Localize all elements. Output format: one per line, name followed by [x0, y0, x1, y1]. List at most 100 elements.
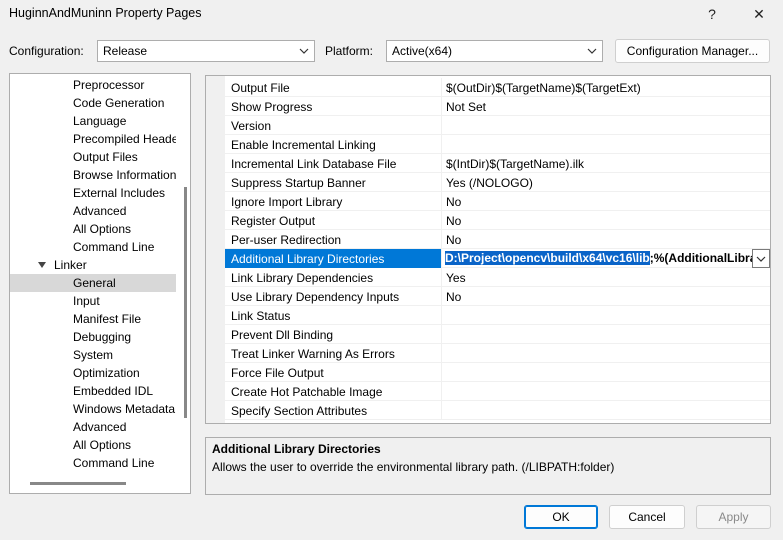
tree-item[interactable]: Embedded IDL: [10, 382, 176, 400]
property-value[interactable]: $(OutDir)$(TargetName)$(TargetExt): [446, 81, 641, 95]
tree-item-label: Input: [73, 294, 100, 308]
tree-item[interactable]: Command Line: [10, 238, 176, 256]
grid-row[interactable]: Version: [225, 116, 770, 135]
property-name: Per-user Redirection: [231, 233, 342, 247]
grid-row[interactable]: Register Output No: [225, 211, 770, 230]
help-button[interactable]: ?: [690, 0, 734, 28]
tree-item[interactable]: All Options: [10, 436, 176, 454]
tree-item-label: Optimization: [73, 366, 140, 380]
grid-row[interactable]: Specify Section Attributes: [225, 401, 770, 420]
property-tree[interactable]: Command Line All Options Advanced Windows M…: [9, 73, 191, 494]
property-value[interactable]: Yes (/NOLOGO): [446, 176, 533, 190]
grid-row[interactable]: Ignore Import Library No: [225, 192, 770, 211]
value-dropdown-button[interactable]: [752, 249, 770, 268]
column-divider: [441, 230, 442, 249]
property-value[interactable]: No: [446, 214, 461, 228]
tree-item-label: Precompiled Heade: [73, 132, 176, 146]
column-divider: [441, 211, 442, 230]
tree-item-label: Manifest File: [73, 312, 142, 326]
property-name: Version: [231, 119, 272, 133]
property-name: Register Output: [231, 214, 316, 228]
property-grid[interactable]: Output File $(OutDir)$(TargetName)$(Targe…: [205, 75, 771, 424]
tree-item[interactable]: Code Generation: [10, 94, 176, 112]
grid-row[interactable]: Additional Library Directories D:\Project…: [225, 249, 770, 268]
tree-item-label: External Includes: [73, 186, 166, 200]
tree-item[interactable]: External Includes: [10, 184, 176, 202]
tree-item[interactable]: Input: [10, 292, 176, 310]
column-divider: [441, 116, 442, 135]
tree-item-label: Language: [73, 114, 127, 128]
grid-row[interactable]: Prevent Dll Binding: [225, 325, 770, 344]
property-name: Output File: [231, 81, 290, 95]
grid-row[interactable]: Suppress Startup Banner Yes (/NOLOGO): [225, 173, 770, 192]
configuration-select[interactable]: Release: [97, 40, 315, 62]
selected-text: D:\Project\opencv\build\x64\vc16\lib: [445, 251, 650, 265]
tree-item[interactable]: Browse Information: [10, 166, 176, 184]
grid-row[interactable]: Link Status: [225, 306, 770, 325]
tree-item[interactable]: Command Line: [10, 454, 176, 472]
grid-row[interactable]: Use Library Dependency Inputs No: [225, 287, 770, 306]
tree-item-label: Windows Metadata: [73, 402, 176, 416]
tree-horizontal-scrollbar[interactable]: [30, 482, 126, 485]
tree-item[interactable]: Manifest File: [10, 310, 176, 328]
tree-item[interactable]: Advanced: [10, 202, 176, 220]
tree-item[interactable]: Language: [10, 112, 176, 130]
property-name: Link Library Dependencies: [231, 271, 374, 285]
configuration-label: Configuration:: [9, 44, 84, 58]
title-bar: HuginnAndMuninn Property Pages ? ✕: [0, 0, 783, 30]
property-name: Treat Linker Warning As Errors: [231, 347, 395, 361]
property-value[interactable]: Not Set: [446, 100, 486, 114]
property-value[interactable]: No: [446, 233, 461, 247]
grid-row[interactable]: Force File Output: [225, 363, 770, 382]
property-name: Show Progress: [231, 100, 313, 114]
tree-item-label: Preprocessor: [73, 78, 145, 92]
tree-item-label: All Options: [73, 222, 132, 236]
configuration-manager-button[interactable]: Configuration Manager...: [615, 39, 770, 63]
tree-item[interactable]: Debugging: [10, 328, 176, 346]
property-name: Enable Incremental Linking: [231, 138, 376, 152]
property-value[interactable]: No: [446, 290, 461, 304]
column-divider: [441, 344, 442, 363]
tree-item[interactable]: Precompiled Heade: [10, 130, 176, 148]
property-value[interactable]: $(IntDir)$(TargetName).ilk: [446, 157, 584, 171]
grid-row[interactable]: Show Progress Not Set: [225, 97, 770, 116]
tree-vertical-scrollbar[interactable]: [184, 187, 187, 418]
close-icon: ✕: [753, 5, 765, 22]
column-divider: [441, 97, 442, 116]
apply-button[interactable]: Apply: [696, 505, 771, 529]
grid-row[interactable]: Output File $(OutDir)$(TargetName)$(Targe…: [225, 78, 770, 97]
grid-row[interactable]: Per-user Redirection No: [225, 230, 770, 249]
property-value[interactable]: No: [446, 195, 461, 209]
tree-item[interactable]: Preprocessor: [10, 76, 176, 94]
tree-item-label: All Options: [73, 438, 132, 452]
tree-item[interactable]: Advanced: [10, 418, 176, 436]
grid-row[interactable]: Link Library Dependencies Yes: [225, 268, 770, 287]
tree-item[interactable]: Linker: [10, 256, 176, 274]
ok-button[interactable]: OK: [524, 505, 598, 529]
help-icon: ?: [708, 6, 716, 22]
configuration-value: Release: [103, 44, 148, 58]
grid-row[interactable]: Treat Linker Warning As Errors: [225, 344, 770, 363]
column-divider: [441, 154, 442, 173]
close-button[interactable]: ✕: [737, 0, 781, 28]
grid-row[interactable]: Incremental Link Database File $(IntDir)$…: [225, 154, 770, 173]
platform-select[interactable]: Active(x64): [386, 40, 603, 62]
grid-row[interactable]: Create Hot Patchable Image: [225, 382, 770, 401]
grid-row[interactable]: Enable Incremental Linking: [225, 135, 770, 154]
platform-value: Active(x64): [392, 44, 453, 58]
tree-item[interactable]: Optimization: [10, 364, 176, 382]
property-name: Create Hot Patchable Image: [231, 385, 383, 399]
expander-icon[interactable]: [38, 262, 46, 268]
tree-item[interactable]: All Options: [10, 220, 176, 238]
tree-item[interactable]: Windows Metadata: [10, 400, 176, 418]
tree-item[interactable]: System: [10, 346, 176, 364]
cancel-button[interactable]: Cancel: [609, 505, 685, 529]
tree-item[interactable]: General: [10, 274, 176, 292]
tree-item[interactable]: Output Files: [10, 148, 176, 166]
property-name: Link Status: [231, 309, 291, 323]
property-value[interactable]: Yes: [446, 271, 466, 285]
property-value-input[interactable]: D:\Project\opencv\build\x64\vc16\lib;%(A…: [445, 250, 757, 267]
configuration-row: Configuration: Release Platform: Active(…: [0, 38, 783, 64]
tree-item-label: Browse Information: [73, 168, 176, 182]
tree-item-label: Command Line: [73, 240, 155, 254]
